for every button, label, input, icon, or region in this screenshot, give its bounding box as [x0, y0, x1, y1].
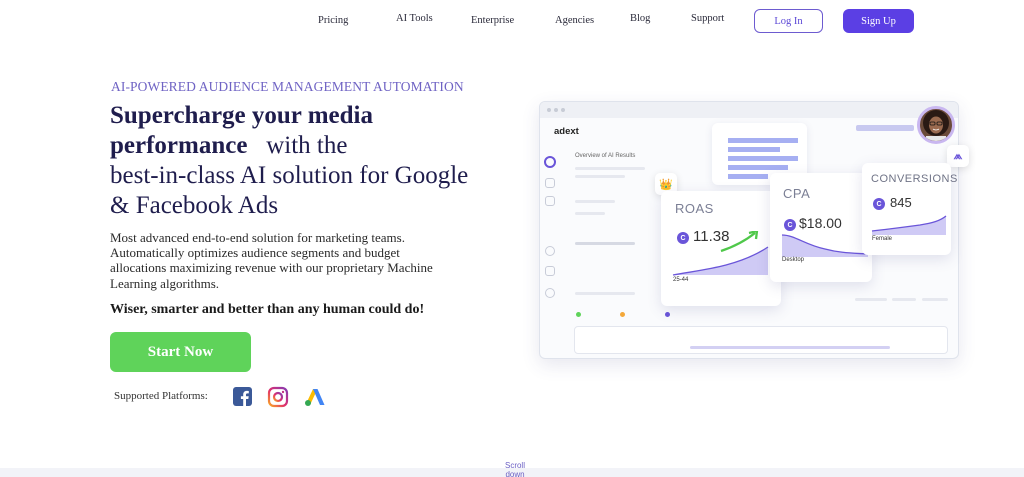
- conversions-title: CONVERSIONS: [871, 173, 958, 185]
- conversions-segment: Female: [872, 236, 893, 242]
- conversions-chart: [871, 215, 947, 235]
- roas-card: ROAS C 11.38 25-44: [661, 191, 781, 306]
- hero-tagline: Wiser, smarter and better than any human…: [110, 302, 425, 317]
- hero-eyebrow: AI-POWERED AUDIENCE MANAGEMENT AUTOMATIO…: [111, 79, 464, 94]
- currency-badge-icon: C: [873, 198, 885, 210]
- nav-ai-tools[interactable]: AI Tools: [396, 13, 433, 24]
- mock-section-title: Overview of AI Results: [575, 153, 636, 159]
- instagram-icon[interactable]: [267, 386, 289, 408]
- platforms-label: Supported Platforms:: [114, 390, 208, 402]
- nav-enterprise[interactable]: Enterprise: [471, 15, 514, 26]
- currency-badge-icon: C: [784, 219, 796, 231]
- cpa-card: CPA C $18.00 Desktop: [770, 173, 872, 282]
- roas-segment: 25-44: [673, 277, 689, 283]
- scroll-down-hint[interactable]: Scroll down: [502, 461, 528, 477]
- mock-window-bar: [540, 102, 958, 118]
- login-button[interactable]: Log In: [754, 9, 823, 33]
- mock-sidebar: [540, 142, 562, 358]
- hero-description: Most advanced end-to-end solution for ma…: [110, 230, 433, 291]
- roas-chart: [672, 231, 769, 276]
- mock-logo: adext: [554, 126, 579, 137]
- hero-headline: Supercharge your media performance with …: [110, 101, 530, 221]
- conversions-card: CONVERSIONS C 845 Female: [862, 163, 957, 255]
- headline-rest-3: & Facebook Ads: [110, 192, 279, 219]
- cpa-value: $18.00: [799, 215, 842, 231]
- brand-mark-icon: ⩕: [947, 145, 969, 167]
- facebook-icon[interactable]: [232, 386, 254, 408]
- cpa-segment: Desktop: [782, 257, 805, 263]
- nav-agencies[interactable]: Agencies: [555, 15, 594, 26]
- nav-support[interactable]: Support: [691, 13, 724, 24]
- start-now-button[interactable]: Start Now: [110, 332, 251, 372]
- roas-title: ROAS: [675, 201, 714, 216]
- nav-blog[interactable]: Blog: [630, 13, 650, 24]
- conversions-value: 845: [890, 195, 912, 210]
- signup-button[interactable]: Sign Up: [843, 9, 914, 33]
- cpa-title: CPA: [783, 186, 811, 201]
- headline-bold-2: performance: [110, 132, 248, 159]
- headline-rest-2: best-in-class AI solution for Google: [110, 162, 469, 189]
- google-ads-icon[interactable]: [304, 386, 326, 408]
- headline-rest-1: with the: [266, 132, 348, 159]
- headline-bold-1: Supercharge your media: [110, 102, 373, 129]
- cpa-chart: [781, 234, 869, 257]
- avatar: [917, 106, 955, 144]
- nav-pricing[interactable]: Pricing: [318, 15, 348, 26]
